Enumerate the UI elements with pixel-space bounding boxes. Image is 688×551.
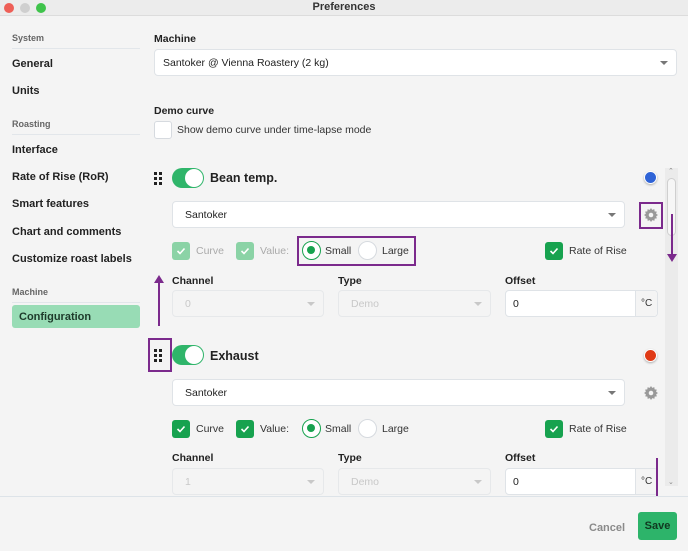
save-button[interactable]: Save bbox=[638, 512, 677, 540]
sidebar-item-customize-roast-labels[interactable]: Customize roast labels bbox=[12, 253, 132, 265]
exhaust-type-select[interactable]: Demo bbox=[338, 468, 491, 495]
exhaust-size-large-radio[interactable] bbox=[358, 419, 377, 438]
scroll-down-icon[interactable]: ⌄ bbox=[668, 478, 674, 486]
title-bar: Preferences bbox=[0, 0, 688, 16]
exhaust-size-large-label: Large bbox=[382, 423, 409, 435]
bean-temp-type-select[interactable]: Demo bbox=[338, 290, 491, 317]
sidebar-item-configuration[interactable]: Configuration bbox=[12, 305, 140, 328]
exhaust-ror-checkbox[interactable] bbox=[545, 420, 563, 438]
chevron-down-icon bbox=[474, 302, 482, 306]
exhaust-curve-label: Curve bbox=[196, 423, 225, 435]
exhaust-value-checkbox[interactable] bbox=[236, 420, 254, 438]
demo-curve-label: Demo curve bbox=[154, 105, 215, 117]
bean-temp-source-select[interactable]: Santoker bbox=[172, 201, 625, 228]
bean-temp-value-label: Value: bbox=[260, 245, 289, 257]
bean-temp-offset-label: Offset bbox=[505, 275, 536, 287]
exhaust-size-small-label: Small bbox=[325, 423, 352, 435]
bean-temp-ror-label: Rate of Rise bbox=[569, 245, 627, 257]
bean-temp-channel-value: 0 bbox=[185, 298, 191, 310]
bean-temp-curve-label: Curve bbox=[196, 245, 225, 257]
exhaust-title: Exhaust bbox=[210, 349, 259, 363]
bean-temp-toggle[interactable] bbox=[172, 168, 204, 188]
bean-temp-curve-checkbox[interactable] bbox=[172, 242, 190, 260]
exhaust-channel-label: Channel bbox=[172, 452, 214, 464]
bean-temp-channel-label: Channel bbox=[172, 275, 214, 287]
exhaust-value-label: Value: bbox=[260, 423, 289, 435]
sidebar-section-system: System bbox=[12, 33, 140, 49]
sidebar-item-chart-and-comments[interactable]: Chart and comments bbox=[12, 226, 121, 238]
machine-label: Machine bbox=[154, 33, 197, 45]
annotation-box-gear bbox=[639, 202, 663, 229]
sidebar-section-machine: Machine bbox=[12, 287, 140, 303]
bean-temp-title: Bean temp. bbox=[210, 171, 278, 185]
exhaust-toggle[interactable] bbox=[172, 345, 204, 365]
window-title: Preferences bbox=[312, 1, 376, 13]
bean-temp-offset-value: 0 bbox=[513, 298, 519, 310]
exhaust-channel-value: 1 bbox=[185, 476, 191, 488]
exhaust-type-label: Type bbox=[338, 452, 362, 464]
sidebar-item-units[interactable]: Units bbox=[12, 85, 40, 97]
demo-curve-checkbox-label: Show demo curve under time-lapse mode bbox=[177, 124, 372, 136]
bean-temp-channel-select[interactable]: 0 bbox=[172, 290, 324, 317]
exhaust-offset-input[interactable]: 0 °C bbox=[505, 468, 658, 495]
annotation-box-drag-handle bbox=[148, 338, 172, 372]
exhaust-settings-gear-icon[interactable] bbox=[644, 386, 658, 400]
bean-temp-offset-input[interactable]: 0 °C bbox=[505, 290, 658, 317]
bean-temp-source-value: Santoker bbox=[185, 209, 228, 221]
chevron-down-icon bbox=[307, 302, 315, 306]
exhaust-offset-label: Offset bbox=[505, 452, 536, 464]
annotation-arrowhead-scroll bbox=[667, 254, 677, 262]
dialog-footer: Cancel Save bbox=[0, 496, 688, 551]
sidebar-item-interface[interactable]: Interface bbox=[12, 144, 58, 156]
sidebar-item-smart-features[interactable]: Smart features bbox=[12, 198, 89, 210]
annotation-arrow-scroll bbox=[671, 214, 673, 254]
bean-temp-type-value: Demo bbox=[351, 298, 380, 310]
exhaust-source-value: Santoker bbox=[185, 387, 228, 399]
machine-select-value: Santoker @ Vienna Roastery (2 kg) bbox=[163, 57, 329, 69]
chevron-down-icon bbox=[608, 391, 616, 395]
scroll-up-icon[interactable]: ⌃ bbox=[668, 167, 674, 175]
exhaust-channel-select[interactable]: 1 bbox=[172, 468, 324, 495]
sidebar-section-roasting: Roasting bbox=[12, 119, 140, 135]
bean-temp-value-checkbox[interactable] bbox=[236, 242, 254, 260]
bean-temp-ror-checkbox[interactable] bbox=[545, 242, 563, 260]
chevron-down-icon bbox=[307, 480, 315, 484]
sidebar: System General Units Roasting Interface … bbox=[0, 17, 145, 497]
exhaust-source-select[interactable]: Santoker bbox=[172, 379, 625, 406]
exhaust-ror-label: Rate of Rise bbox=[569, 423, 627, 435]
sidebar-item-general[interactable]: General bbox=[12, 58, 53, 70]
demo-curve-checkbox[interactable] bbox=[154, 121, 172, 139]
bean-temp-color-picker[interactable] bbox=[644, 171, 657, 184]
annotation-arrow-save bbox=[656, 458, 658, 500]
exhaust-offset-unit: °C bbox=[635, 469, 657, 494]
annotation-box-size-radios bbox=[297, 236, 416, 266]
chevron-down-icon bbox=[608, 213, 616, 217]
machine-select[interactable]: Santoker @ Vienna Roastery (2 kg) bbox=[154, 49, 677, 76]
exhaust-type-value: Demo bbox=[351, 476, 380, 488]
bean-temp-type-label: Type bbox=[338, 275, 362, 287]
exhaust-offset-value: 0 bbox=[513, 476, 519, 488]
cancel-button[interactable]: Cancel bbox=[589, 522, 625, 534]
chevron-down-icon bbox=[474, 480, 482, 484]
sidebar-item-rate-of-rise[interactable]: Rate of Rise (RoR) bbox=[12, 171, 109, 183]
drag-handle-icon[interactable] bbox=[154, 172, 164, 185]
exhaust-color-picker[interactable] bbox=[644, 349, 657, 362]
exhaust-size-small-radio[interactable] bbox=[302, 419, 321, 438]
exhaust-curve-checkbox[interactable] bbox=[172, 420, 190, 438]
chevron-down-icon bbox=[660, 61, 668, 65]
bean-temp-offset-unit: °C bbox=[635, 291, 657, 316]
annotation-arrow-up bbox=[158, 282, 160, 326]
configuration-panel: Machine Santoker @ Vienna Roastery (2 kg… bbox=[145, 17, 688, 496]
annotation-arrowhead-up bbox=[154, 275, 164, 283]
